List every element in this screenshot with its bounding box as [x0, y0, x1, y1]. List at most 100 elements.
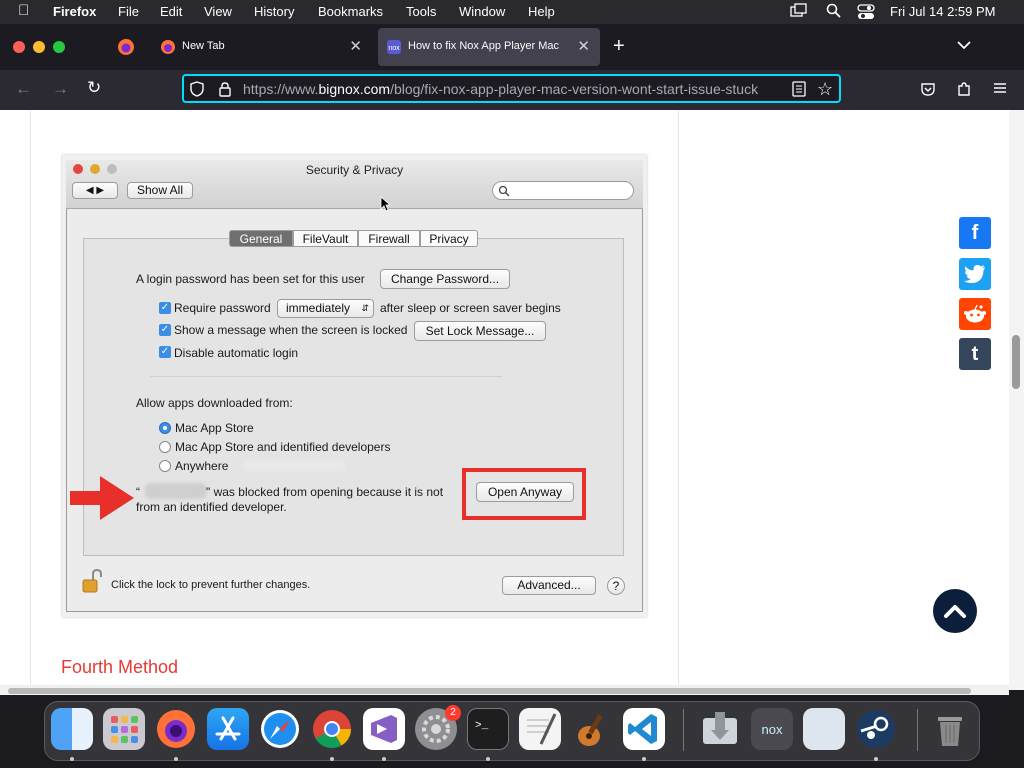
svg-text:nox: nox — [388, 45, 400, 52]
horizontal-scrollbar-thumb[interactable] — [8, 688, 971, 694]
lock-instruction: Click the lock to prevent further change… — [111, 579, 311, 591]
search-icon — [498, 185, 510, 197]
dock-separator — [683, 709, 684, 751]
bookmark-star-icon[interactable]: ☆ — [817, 79, 833, 100]
radio-identified-developers: Mac App Store and identified developers — [175, 440, 391, 454]
tab-privacy: Privacy — [420, 230, 478, 247]
pocket-icon[interactable] — [920, 81, 936, 102]
terminal-icon[interactable]: >_ — [467, 708, 509, 750]
control-center-icon[interactable] — [857, 4, 875, 23]
tab-label: New Tab — [182, 40, 225, 52]
finder-window-icon[interactable] — [803, 708, 845, 750]
steam-icon[interactable] — [855, 708, 897, 750]
new-tab-plus-icon[interactable]: + — [613, 35, 625, 58]
menu-history[interactable]: History — [254, 4, 294, 19]
safari-icon[interactable] — [259, 708, 301, 750]
close-tab-icon[interactable]: ✕ — [349, 37, 362, 55]
window-zoom-button[interactable] — [53, 41, 65, 53]
tab-label: How to fix Nox App Player Mac — [408, 40, 560, 52]
launchpad-icon[interactable] — [103, 708, 145, 750]
advanced-button: Advanced... — [502, 576, 596, 595]
svg-text:>_: >_ — [475, 720, 489, 732]
set-lock-message-button: Set Lock Message... — [414, 321, 546, 341]
window-close-button[interactable] — [13, 41, 25, 53]
section-heading: Fourth Method — [61, 657, 179, 677]
screen-mirror-icon[interactable] — [790, 3, 808, 22]
running-indicator — [486, 757, 490, 761]
padlock-icon — [82, 568, 104, 599]
tab-firewall: Firewall — [358, 230, 420, 247]
menu-edit[interactable]: Edit — [160, 4, 182, 19]
radio-icon — [159, 460, 171, 472]
garageband-icon[interactable] — [571, 708, 613, 750]
radio-selected-icon — [159, 422, 171, 434]
radio-icon — [159, 441, 171, 453]
menu-tools[interactable]: Tools — [406, 4, 436, 19]
checkbox-checked-icon: ✓ — [159, 302, 171, 314]
hamburger-menu-icon[interactable] — [992, 80, 1008, 101]
vertical-scrollbar-thumb[interactable] — [1012, 335, 1020, 389]
tab-general: General — [229, 230, 293, 247]
show-message-label: Show a message when the screen is locked — [174, 323, 408, 337]
tracking-shield-icon[interactable] — [189, 81, 205, 102]
url-text[interactable]: https://www.bignox.com/blog/fix-nox-app-… — [243, 81, 788, 97]
red-arrow-icon — [70, 474, 136, 527]
tab-active[interactable]: nox How to fix Nox App Player Mac ✕ — [378, 28, 600, 66]
menu-bar:  Firefox File Edit View History Bookmar… — [0, 0, 1024, 24]
downloads-folder-icon[interactable] — [699, 708, 741, 750]
tab-filevault: FileVault — [293, 230, 358, 247]
notification-badge: 2 — [445, 705, 461, 721]
list-all-tabs-icon[interactable] — [956, 38, 972, 56]
facebook-icon[interactable]: f — [959, 217, 991, 249]
close-tab-icon[interactable]: ✕ — [577, 37, 590, 55]
vscode-icon[interactable] — [623, 708, 665, 750]
blocked-message: " was blocked from opening because it is… — [206, 485, 444, 499]
app-store-icon[interactable] — [207, 708, 249, 750]
back-arrow-icon[interactable]: ← — [15, 79, 32, 99]
spotlight-search-icon[interactable] — [826, 3, 842, 22]
tumblr-icon[interactable]: t — [959, 338, 991, 370]
login-password-text: A login password has been set for this u… — [136, 272, 365, 286]
forward-arrow-icon[interactable]: → — [52, 79, 69, 99]
blocked-message-line2: from an identified developer. — [136, 500, 287, 514]
clock[interactable]: Fri Jul 14 2:59 PM — [890, 4, 996, 19]
radio-mac-app-store: Mac App Store — [175, 421, 254, 435]
extensions-icon[interactable] — [956, 81, 972, 102]
require-password-label: Require password — [174, 301, 271, 315]
blurred-region — [243, 461, 345, 471]
window-minimize-button[interactable] — [33, 41, 45, 53]
lock-icon[interactable] — [218, 81, 232, 102]
app-menu[interactable]: Firefox — [53, 4, 96, 19]
reddit-icon[interactable] — [959, 298, 991, 330]
running-indicator — [174, 757, 178, 761]
nox-dock-icon[interactable]: nox — [751, 708, 793, 750]
prefs-search-field — [492, 181, 634, 200]
allow-apps-label: Allow apps downloaded from: — [136, 396, 293, 410]
visual-studio-icon[interactable] — [363, 708, 405, 750]
firefox-dock-icon[interactable] — [155, 708, 197, 750]
prefs-title: Security & Privacy — [305, 163, 404, 177]
menu-file[interactable]: File — [118, 4, 139, 19]
help-icon: ? — [607, 577, 625, 595]
finder-icon[interactable] — [51, 708, 93, 750]
menu-window[interactable]: Window — [459, 4, 505, 19]
open-quote-mark: “ — [136, 485, 140, 499]
dock-separator — [917, 709, 918, 751]
reader-view-icon[interactable] — [792, 81, 806, 102]
scrollbar-track — [1009, 110, 1024, 690]
menu-view[interactable]: View — [204, 4, 232, 19]
trash-icon[interactable] — [929, 708, 971, 750]
textedit-icon[interactable] — [519, 708, 561, 750]
menu-help[interactable]: Help — [528, 4, 555, 19]
menu-bookmarks[interactable]: Bookmarks — [318, 4, 383, 19]
radio-anywhere: Anywhere — [175, 459, 229, 473]
twitter-icon[interactable] — [959, 258, 991, 290]
chrome-icon[interactable] — [311, 708, 353, 750]
tab-new-tab[interactable]: New Tab ✕ — [150, 28, 372, 66]
scroll-to-top-button[interactable] — [933, 589, 977, 633]
apple-icon[interactable]:  — [18, 2, 29, 19]
reload-icon[interactable]: ↻ — [87, 78, 101, 98]
firefox-pinned-tab-icon[interactable] — [117, 38, 135, 61]
after-sleep-text: after sleep or screen saver begins — [380, 301, 561, 315]
content-divider — [30, 110, 31, 685]
